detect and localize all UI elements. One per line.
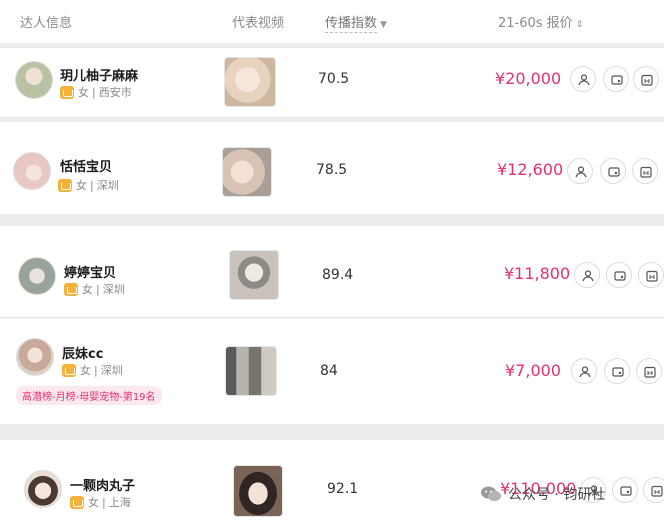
caret-down-icon[interactable]: ▼ [380,20,387,30]
cart-icon[interactable] [603,66,629,92]
creator-meta: 女 | 深圳 [62,362,123,378]
creator-city: 深圳 [96,179,119,192]
creator-city: 深圳 [102,283,125,296]
avatar[interactable] [18,257,56,295]
video-thumbnail[interactable] [224,57,276,107]
avatar[interactable] [16,338,54,376]
calendar-icon[interactable] [633,66,659,92]
cart-icon[interactable] [604,358,630,384]
divider [0,317,664,318]
creator-gender: 女 [88,496,99,509]
creator-meta: 女 | 上海 [70,494,131,510]
bag-icon [62,363,76,377]
spread-index: 70.5 [318,71,350,87]
creator-city: 西安市 [98,86,132,99]
cart-icon[interactable] [606,262,632,288]
creator-meta: 女 | 西安市 [60,84,132,100]
header-price-label: 21-60s 报价 [498,16,573,31]
creator-gender: 女 [80,364,91,377]
creator-name[interactable]: 恬恬宝贝 [60,156,112,175]
creator-name[interactable]: 玥儿柚子麻麻 [60,65,138,84]
creator-gender: 女 [76,179,87,192]
separator: | [92,85,96,99]
bag-icon [58,178,72,192]
header-representative-video: 代表视频 [232,16,285,31]
price: ¥20,000 [495,69,562,88]
table-row[interactable]: 辰妹cc 女 | 深圳 高潜榜-月榜-母婴宠物-第19名 84 ¥7,000 [0,319,664,424]
avatar[interactable] [13,152,51,190]
cart-icon[interactable] [600,158,626,184]
person-icon[interactable] [571,358,597,384]
creator-gender: 女 [82,283,93,296]
watermark-text: 公众号 · 钧研社 [508,487,606,503]
calendar-icon[interactable] [636,358,662,384]
video-thumbnail[interactable] [233,465,283,517]
spread-index: 92.1 [327,481,359,497]
table-row[interactable]: 婷婷宝贝 女 | 深圳 89.4 ¥11,800 [0,226,664,318]
video-thumbnail[interactable] [225,346,277,396]
bag-icon [60,85,74,99]
row-gap [0,424,664,440]
person-icon[interactable] [567,158,593,184]
video-thumbnail[interactable] [222,147,272,197]
bag-icon [64,282,78,296]
creator-gender: 女 [78,86,89,99]
header-price[interactable]: 21-60s 报价 ⇕ [498,12,583,31]
bag-icon [70,495,84,509]
table-row[interactable]: 玥儿柚子麻麻 女 | 西安市 70.5 ¥20,000 [0,48,664,118]
creator-name[interactable]: 一颗肉丸子 [70,475,135,494]
creator-name[interactable]: 婷婷宝贝 [64,262,116,281]
separator: | [102,495,106,509]
calendar-icon[interactable] [632,158,658,184]
avatar[interactable] [24,470,62,508]
person-icon[interactable] [570,66,596,92]
creator-name[interactable]: 辰妹cc [62,343,103,362]
person-icon[interactable] [574,262,600,288]
table-row[interactable]: 恬恬宝贝 女 | 深圳 78.5 ¥12,600 [0,122,664,214]
calendar-icon[interactable] [643,477,664,503]
creator-city: 深圳 [100,364,123,377]
separator: | [94,363,98,377]
calendar-icon[interactable] [638,262,664,288]
wechat-icon [481,486,501,502]
spread-index: 89.4 [322,267,354,283]
header-creator-info: 达人信息 [20,16,73,31]
creator-city: 上海 [108,496,131,509]
separator: | [90,178,94,192]
separator: | [96,282,100,296]
price: ¥11,800 [504,264,571,283]
avatar[interactable] [15,61,53,99]
price: ¥7,000 [505,361,561,380]
video-thumbnail[interactable] [229,250,279,300]
spread-index: 84 [320,363,338,379]
sort-updown-icon[interactable]: ⇕ [576,20,584,30]
spread-index: 78.5 [316,162,348,178]
creator-meta: 女 | 深圳 [58,177,119,193]
price: ¥12,600 [497,160,564,179]
row-gap [0,214,664,226]
cart-icon[interactable] [612,477,638,503]
creator-meta: 女 | 深圳 [64,281,125,297]
header-spread-index[interactable]: 传播指数 ▼ [325,12,387,33]
header-spread-index-label: 传播指数 [325,16,378,33]
table-header: 达人信息 代表视频 传播指数 ▼ 21-60s 报价 ⇕ [0,0,664,44]
watermark: 公众号 · 钧研社 [480,484,605,504]
rank-badge[interactable]: 高潜榜-月榜-母婴宠物-第19名 [16,386,162,405]
